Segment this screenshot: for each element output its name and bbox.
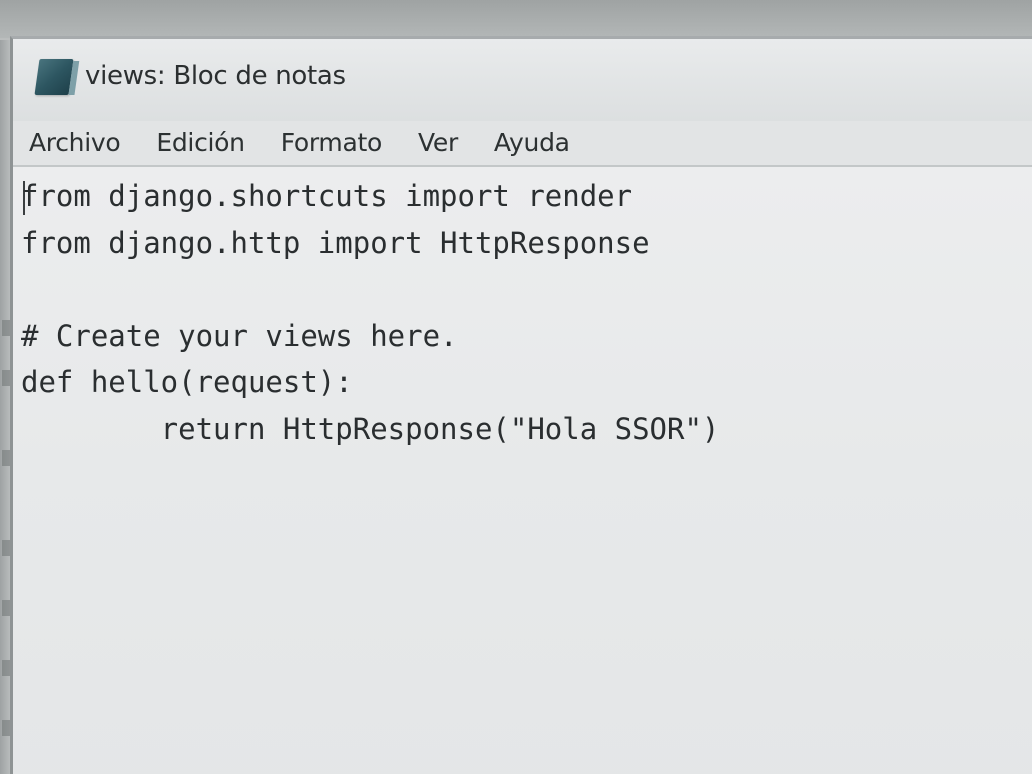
text-editor[interactable]: from django.shortcuts import render from … [13, 167, 1032, 774]
editor-line: from django.http import HttpResponse [21, 225, 650, 260]
menu-bar: Archivo Edición Formato Ver Ayuda [13, 121, 1032, 167]
notepad-icon[interactable] [34, 59, 74, 95]
editor-line: # Create your views here. [21, 318, 458, 353]
editor-content[interactable]: from django.shortcuts import render from … [21, 173, 719, 452]
background-window-strip [0, 0, 1032, 38]
menu-formato[interactable]: Formato [263, 121, 400, 165]
editor-line: return HttpResponse("Hola SSOR") [21, 411, 720, 446]
editor-line: def hello(request): [21, 365, 353, 399]
editor-line: from django.shortcuts import render [21, 179, 633, 213]
menu-ayuda[interactable]: Ayuda [476, 121, 588, 165]
screen: views: Bloc de notas Archivo Edición For… [0, 0, 1032, 774]
title-bar[interactable]: views: Bloc de notas [13, 39, 1032, 121]
menu-archivo[interactable]: Archivo [13, 121, 138, 165]
notepad-window: views: Bloc de notas Archivo Edición For… [10, 36, 1032, 774]
menu-ver[interactable]: Ver [400, 121, 476, 165]
window-title: views: Bloc de notas [85, 61, 346, 91]
menu-edicion[interactable]: Edición [138, 121, 262, 165]
